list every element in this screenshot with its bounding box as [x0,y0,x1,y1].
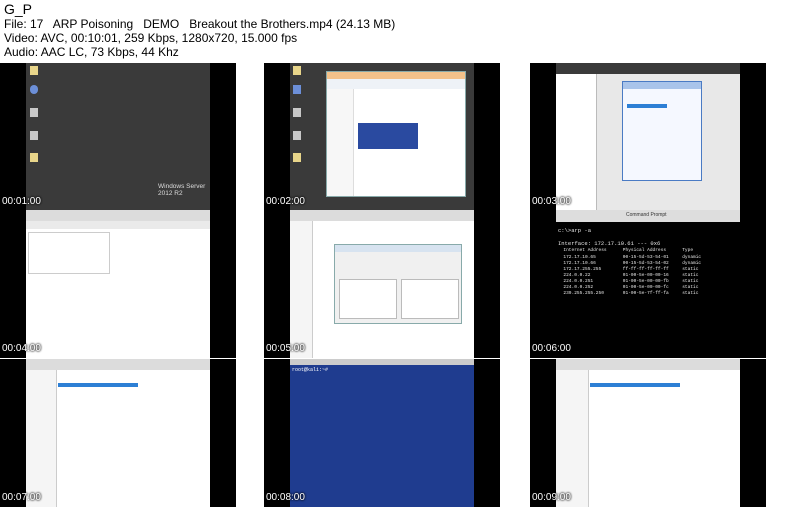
tabs [26,221,210,229]
computer-icon [30,85,38,94]
folder-icon [30,66,38,75]
app-screen [556,63,740,211]
recycle-bin-icon [30,131,38,140]
toolbar [26,359,210,370]
ribbon [327,79,465,89]
thumbnail-1[interactable]: Windows Server 2012 R2 00:01:00 [0,63,236,211]
desktop-screen: Windows Server 2012 R2 [26,63,210,211]
audio-line: Audio: AAC LC, 73 Kbps, 44 Khz [4,45,179,59]
folder-icon [30,153,38,162]
window-titlebar [327,72,465,79]
computer-icon [293,85,301,94]
recycle-bin-icon [30,108,38,117]
cmd-interface: Interface: 172.17.10.61 --- 0x6 [558,240,661,247]
properties-dialog [622,81,702,181]
app-screen [290,210,474,358]
toolbar [290,210,474,221]
app-screen [556,359,740,507]
add-hosts-dialog [334,244,462,324]
thumbnail-3[interactable]: 00:03:00 [530,63,766,211]
app-screen [26,210,210,358]
tree-pane [556,74,597,211]
video-line: Video: AVC, 00:10:01, 259 Kbps, 1280x720… [4,31,298,45]
timestamp: 00:02:00 [266,196,305,207]
timestamp: 00:01:00 [2,196,41,207]
left-list [339,279,397,319]
timestamp: 00:06:00 [532,343,571,354]
selection [627,104,667,108]
timestamp: 00:08:00 [266,492,305,503]
desktop-screen [290,63,474,211]
thumbnail-4[interactable]: 00:04:00 [0,210,236,358]
toolbar [26,210,210,221]
nav-pane [327,89,354,196]
file-info-header: G_P File: 17 ARP Poisoning DEMO Breakout… [0,0,800,60]
cmd-row: 239.255.255.250 01-00-5e-7f-ff-fa static [558,291,699,296]
right-list [401,279,459,319]
toolbar [556,359,740,370]
selection [590,383,680,387]
folder-icon [293,66,301,75]
recycle-bin-icon [293,131,301,140]
thumbnail-6[interactable]: Command Prompt c:\>arp -a Interface: 172… [530,210,766,358]
tree-pane [26,370,57,507]
terminal-titlebar [290,359,474,365]
dialog-titlebar [335,245,461,252]
thumbnail-8[interactable]: root@kali:~# 00:08:00 [264,359,500,507]
timestamp: 00:09:00 [532,492,571,503]
folder-icon [293,153,301,162]
timestamp: 00:07:00 [2,492,41,503]
recycle-bin-icon [293,108,301,117]
tree-pane [290,221,313,358]
cmd-title: Command Prompt [626,212,667,218]
titlebar [556,63,740,74]
host-list [28,232,110,274]
app-title: G_P [4,1,33,17]
app-screen [26,359,210,507]
file-line: File: 17 ARP Poisoning DEMO Breakout the… [4,17,396,31]
timestamp: 00:05:00 [266,343,305,354]
os-label: Windows Server 2012 R2 [158,183,206,197]
thumbnail-9[interactable]: 00:09:00 [530,359,766,507]
selection [58,383,138,387]
cmd-prompt: c:\>arp -a [558,227,592,234]
thumbnail-5[interactable]: 00:05:00 [264,210,500,358]
explorer-window [326,71,466,197]
thumbnail-2[interactable]: 00:02:00 [264,63,500,211]
terminal-screen: root@kali:~# [290,359,474,507]
timestamp: 00:03:00 [532,196,571,207]
cmd-titlebar: Command Prompt [556,210,740,222]
cmd-screen: Command Prompt c:\>arp -a Interface: 172… [556,210,740,358]
cmd-header: Internet Address Physical Address Type [558,248,694,253]
dialog-titlebar [623,82,701,89]
dialog [357,122,419,150]
thumbnail-7[interactable]: 00:07:00 [0,359,236,507]
tree-pane [556,370,589,507]
terminal-prompt: root@kali:~# [292,367,332,373]
timestamp: 00:04:00 [2,343,41,354]
